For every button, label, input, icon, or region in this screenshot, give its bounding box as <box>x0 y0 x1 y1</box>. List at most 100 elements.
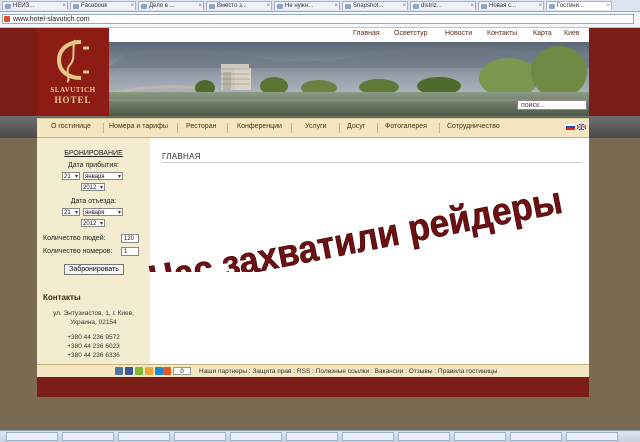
nav-divider <box>291 123 292 133</box>
top-nav-news[interactable]: Новости <box>445 30 472 37</box>
nav-about[interactable]: О гостинице <box>51 123 91 130</box>
vkontakte-icon[interactable] <box>115 367 123 375</box>
taskbar-button[interactable] <box>118 432 170 441</box>
close-icon[interactable]: × <box>130 2 134 10</box>
tab-label: distriz... <box>421 3 442 9</box>
russian-flag-icon[interactable] <box>566 124 575 130</box>
browser-tab[interactable]: Facebook × <box>70 1 136 10</box>
tab-label: Вместо з... <box>217 3 247 9</box>
share-icon[interactable] <box>135 367 143 375</box>
taskbar-button[interactable] <box>454 432 506 441</box>
tab-label: Новая с... <box>489 3 517 9</box>
arrival-year-select[interactable]: 2012 <box>81 183 105 192</box>
footer-links[interactable]: Наши партнеры : Защита прав : RSS : Поле… <box>199 368 497 375</box>
nav-services[interactable]: Услуги <box>305 123 327 130</box>
twitter-icon[interactable] <box>155 367 163 375</box>
browser-tab[interactable]: НЕИЗ... × <box>2 1 68 10</box>
tab-label: Facebook <box>81 3 108 9</box>
hotel-logo[interactable]: SLAVUTICH HOTEL <box>37 28 109 116</box>
contacts-title: Контакты <box>43 293 81 302</box>
nav-divider <box>177 123 178 133</box>
share-counter: 0 <box>173 367 191 375</box>
favicon-icon <box>481 4 487 9</box>
taskbar-button[interactable] <box>174 432 226 441</box>
close-icon[interactable]: × <box>198 2 202 10</box>
rooms-input[interactable]: 1 <box>121 247 139 256</box>
content-area: БРОНИРОВАНИЕ Дата прибытия: 21 января 20… <box>37 138 589 364</box>
close-icon[interactable]: × <box>538 2 542 10</box>
top-nav-contacts[interactable]: Контакты <box>487 30 517 37</box>
english-flag-icon[interactable] <box>577 124 586 130</box>
top-nav-kyiv[interactable]: Киев <box>564 30 580 37</box>
contact-address: Украина, 02154 <box>70 319 117 326</box>
taskbar-button[interactable] <box>510 432 562 441</box>
nav-cooperation[interactable]: Сотрудничество <box>447 123 500 130</box>
contact-phone: +380 44 236 6023 <box>67 343 120 350</box>
top-nav-home[interactable]: Главная <box>353 30 380 37</box>
nav-leisure[interactable]: Досуг <box>347 123 365 130</box>
facebook-icon[interactable] <box>125 367 133 375</box>
taskbar-button[interactable] <box>230 432 282 441</box>
nav-divider <box>339 123 340 133</box>
favicon-icon <box>413 4 419 9</box>
taskbar-button[interactable] <box>6 432 58 441</box>
nav-gallery[interactable]: Фотогалерея <box>385 123 427 130</box>
nav-divider <box>103 123 104 133</box>
taskbar-button[interactable] <box>286 432 338 441</box>
people-input[interactable]: 120 <box>121 234 139 243</box>
taskbar-button[interactable] <box>398 432 450 441</box>
departure-year-select[interactable]: 2012 <box>81 219 105 228</box>
browser-tab[interactable]: Не нужн... × <box>274 1 340 10</box>
logo-text: SLAVUTICH <box>50 86 96 94</box>
logo-emblem-icon <box>56 39 89 83</box>
taskbar-button[interactable] <box>62 432 114 441</box>
nav-divider <box>227 123 228 133</box>
taskbar-button[interactable] <box>342 432 394 441</box>
taskbar-button[interactable] <box>566 432 618 441</box>
tab-label: Snapshot... <box>353 3 384 9</box>
favicon-icon <box>141 4 147 9</box>
top-nav-osvetstur[interactable]: Осветстур <box>394 30 427 37</box>
arrival-label: Дата прибытия: <box>68 162 119 169</box>
arrival-day-select[interactable]: 21 <box>62 172 80 181</box>
browser-tab[interactable]: Новая с... × <box>478 1 544 10</box>
footer-band <box>37 377 589 397</box>
booking-title: БРОНИРОВАНИЕ <box>64 150 123 157</box>
book-button[interactable]: Забронировать <box>64 264 124 275</box>
browser-tab[interactable]: distriz... × <box>410 1 476 10</box>
browser-tab[interactable]: Snapshot... × <box>342 1 408 10</box>
contact-address: ул. Энтузиастов, 1, г. Киев, <box>53 310 134 317</box>
tab-label: Не нужн... <box>285 3 314 9</box>
tab-label: НЕИЗ... <box>13 3 35 9</box>
url-text: www.hotel-slavutich.com <box>13 16 90 23</box>
close-icon[interactable]: × <box>334 2 338 10</box>
booking-sidebar: БРОНИРОВАНИЕ Дата прибытия: 21 января 20… <box>37 138 150 364</box>
nav-conferences[interactable]: Конференции <box>237 123 282 130</box>
favicon-icon <box>277 4 283 9</box>
browser-tab[interactable]: Вместо з... × <box>206 1 272 10</box>
browser-tab-active[interactable]: Гостини... × <box>546 1 612 10</box>
url-input[interactable]: www.hotel-slavutich.com <box>2 14 634 24</box>
departure-month-select[interactable]: января <box>83 208 123 217</box>
departure-day-select[interactable]: 21 <box>62 208 80 217</box>
close-icon[interactable]: × <box>470 2 474 10</box>
arrival-month-select[interactable]: января <box>83 172 123 181</box>
close-icon[interactable]: × <box>266 2 270 10</box>
footer: 0 Наши партнеры : Защита прав : RSS : По… <box>37 364 589 378</box>
mail-icon[interactable] <box>145 367 153 375</box>
logo-subtext: HOTEL <box>54 95 92 105</box>
search-input[interactable]: поиск... <box>517 100 587 110</box>
browser-tab[interactable]: Дело в ... × <box>138 1 204 10</box>
nav-restaurant[interactable]: Ресторан <box>186 123 216 130</box>
close-icon[interactable]: × <box>402 2 406 10</box>
nav-rooms[interactable]: Номера и тарифы <box>109 123 168 130</box>
nav-divider <box>377 123 378 133</box>
close-icon[interactable]: × <box>606 2 610 10</box>
favicon-icon <box>73 4 79 9</box>
close-icon[interactable]: × <box>62 2 66 10</box>
favicon-icon <box>5 4 11 9</box>
plus-icon[interactable] <box>163 367 171 375</box>
people-label: Количество людей: <box>43 235 106 242</box>
contact-phone: +380 44 236 9572 <box>67 334 120 341</box>
top-nav-map[interactable]: Карта <box>533 30 552 37</box>
